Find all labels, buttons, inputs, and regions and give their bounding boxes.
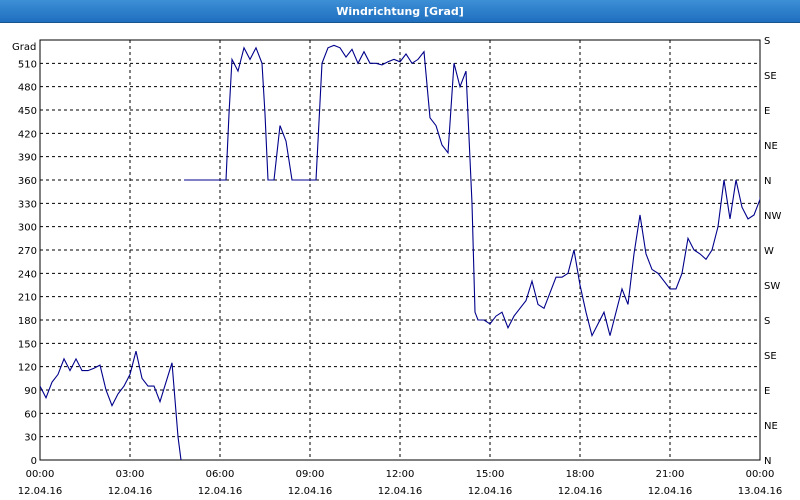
y-tick-label: 60 (24, 409, 37, 420)
x-tick-date: 12.04.16 (198, 486, 243, 497)
compass-tick-label: E (764, 106, 770, 117)
compass-tick-label: S (764, 316, 770, 327)
compass-tick-label: E (764, 386, 770, 397)
y-tick-label: 450 (18, 106, 37, 117)
x-tick-time: 03:00 (116, 469, 145, 480)
compass-tick-label: NW (764, 211, 781, 222)
y-tick-label: 150 (18, 339, 37, 350)
x-tick-date: 12.04.16 (468, 486, 513, 497)
compass-tick-label: SE (764, 351, 777, 362)
x-tick-time: 00:00 (26, 469, 55, 480)
y-tick-label: 210 (18, 293, 37, 304)
compass-tick-label: SE (764, 71, 777, 82)
x-tick-time: 15:00 (476, 469, 505, 480)
y-tick-label: 120 (18, 363, 37, 374)
x-tick-date: 13.04.16 (738, 486, 783, 497)
y-tick-label: 390 (18, 153, 37, 164)
x-tick-time: 06:00 (206, 469, 235, 480)
x-tick-time: 00:00 (746, 469, 775, 480)
compass-tick-label: S (764, 36, 770, 47)
x-tick-date: 12.04.16 (648, 486, 693, 497)
x-tick-date: 12.04.16 (288, 486, 333, 497)
x-tick-time: 12:00 (386, 469, 415, 480)
y-tick-label: 480 (18, 83, 37, 94)
compass-tick-label: N (764, 176, 771, 187)
compass-tick-label: NE (764, 141, 778, 152)
compass-tick-label: SW (764, 281, 780, 292)
y-tick-label: 0 (31, 456, 37, 467)
compass-tick-label: W (764, 246, 774, 257)
y-tick-label: 360 (18, 176, 37, 187)
x-tick-date: 12.04.16 (108, 486, 153, 497)
y-tick-label: 30 (24, 433, 37, 444)
x-tick-time: 18:00 (566, 469, 595, 480)
y-tick-label: 180 (18, 316, 37, 327)
compass-tick-label: NE (764, 421, 778, 432)
y-tick-label: 270 (18, 246, 37, 257)
x-tick-time: 21:00 (656, 469, 685, 480)
y-tick-label: 510 (18, 59, 37, 70)
series-line (184, 44, 760, 338)
y-tick-label: 420 (18, 129, 37, 140)
y-axis-label: Grad (12, 42, 36, 53)
x-tick-time: 09:00 (296, 469, 325, 480)
x-tick-date: 12.04.16 (18, 486, 63, 497)
y-tick-label: 90 (24, 386, 37, 397)
y-tick-label: 300 (18, 223, 37, 234)
compass-tick-label: N (764, 456, 771, 467)
series-line (40, 350, 182, 461)
y-tick-label: 240 (18, 269, 37, 280)
chart-window: Windrichtung [Grad] 0 30 60 90 120 150 180 210 2… (0, 0, 800, 500)
x-tick-date: 12.04.16 (378, 486, 423, 497)
y-tick-label: 330 (18, 199, 37, 210)
wind-direction-chart: 0 30 60 90 120 150 180 210 240 270 300 330 360 390 420… (12, 36, 783, 497)
x-tick-date: 12.04.16 (558, 486, 603, 497)
